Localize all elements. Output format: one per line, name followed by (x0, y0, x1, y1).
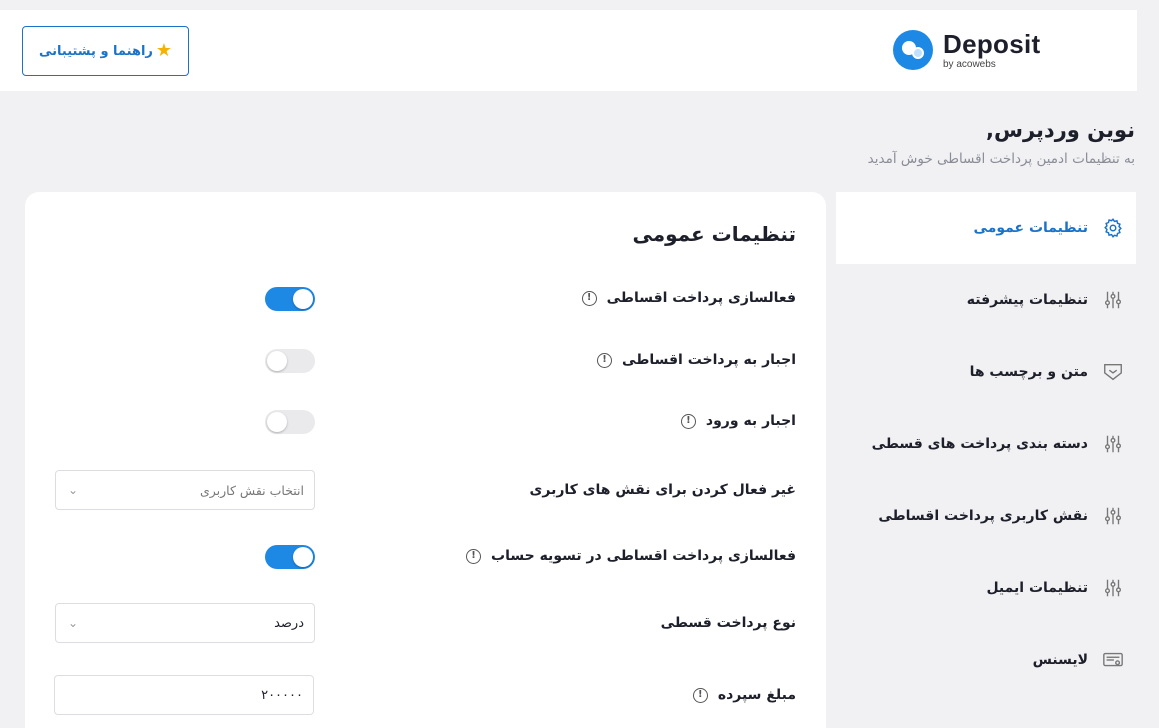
sidebar-item-email[interactable]: تنظیمات ایمیل (836, 552, 1136, 624)
greeting-title: نوین وردپرس, (986, 118, 1135, 142)
user-role-select[interactable]: ⌄ انتخاب نقش کاربری (55, 470, 315, 510)
chevron-down-icon: ⌄ (68, 616, 79, 630)
installment-type-value: درصد (274, 615, 304, 631)
info-icon[interactable]: ! (597, 352, 613, 368)
setting-label: مبلغ سپرده (717, 687, 796, 703)
info-icon[interactable]: ! (581, 290, 597, 306)
setting-label: اجبار به پرداخت اقساطی (622, 352, 796, 368)
sidebar-item-categories[interactable]: دسته بندی پرداخت های قسطی (836, 408, 1136, 480)
deposit-amount-input[interactable]: ۲۰۰۰۰۰ (54, 675, 314, 715)
setting-label: نوع پرداخت قسطی (660, 615, 796, 631)
settings-panel: تنظیمات عمومی فعالسازی پرداخت اقساطی ! ا… (25, 192, 826, 728)
sidebar-item-user-roles[interactable]: نقش کاربری پرداخت اقساطی (836, 480, 1136, 552)
sidebar-item-label: لایسنس (1032, 652, 1088, 668)
setting-row-checkout-installments: فعالسازی پرداخت اقساطی در تسویه حساب ! (25, 536, 826, 576)
setting-row-installment-type: نوع پرداخت قسطی ⌄ درصد (25, 603, 826, 643)
sidebar-item-label: متن و برچسب ها (969, 364, 1088, 380)
logo: Deposit by acowebs (893, 28, 1040, 72)
sidebar-item-license[interactable]: لایسنس (836, 624, 1136, 696)
setting-label: غیر فعال کردن برای نقش های کاربری (529, 482, 796, 498)
checkout-installments-toggle[interactable] (265, 545, 315, 569)
logo-subtitle: by acowebs (943, 58, 996, 70)
setting-label: فعالسازی پرداخت اقساطی (606, 290, 796, 306)
info-icon[interactable]: ! (692, 687, 708, 703)
setting-label: فعالسازی پرداخت اقساطی در تسویه حساب (491, 548, 796, 564)
enable-installments-toggle[interactable] (265, 287, 315, 311)
sliders-icon (1100, 287, 1126, 313)
settings-sidebar: تنظیمات عمومی تنظیمات پیشرفته متن و برچس… (836, 192, 1136, 696)
installment-type-select[interactable]: ⌄ درصد (55, 603, 315, 643)
chevron-down-icon: ⌄ (68, 483, 79, 497)
sidebar-item-texts-labels[interactable]: متن و برچسب ها (836, 336, 1136, 408)
info-icon[interactable]: ! (466, 548, 482, 564)
panel-title: تنظیمات عمومی (632, 222, 796, 246)
sidebar-item-general[interactable]: تنظیمات عمومی (836, 192, 1136, 264)
star-icon: ★ (155, 40, 173, 61)
logo-name: Deposit (943, 28, 1041, 59)
sidebar-item-label: تنظیمات عمومی (973, 220, 1088, 236)
sliders-icon (1100, 431, 1126, 457)
greeting: نوین وردپرس, به تنظیمات ادمین پرداخت اقس… (868, 118, 1135, 167)
sidebar-item-label: تنظیمات پیشرفته (966, 292, 1088, 308)
support-button[interactable]: ★ راهنما و پشتیبانی (22, 26, 189, 76)
gear-icon (1100, 215, 1126, 241)
license-icon (1100, 647, 1126, 673)
setting-row-disable-for-roles: غیر فعال کردن برای نقش های کاربری ⌄ انتخ… (25, 470, 826, 510)
sliders-icon (1100, 575, 1126, 601)
force-installments-toggle[interactable] (265, 349, 315, 373)
tag-icon (1100, 359, 1126, 385)
info-icon[interactable]: ! (680, 413, 696, 429)
setting-row-enable-installments: فعالسازی پرداخت اقساطی ! (25, 278, 826, 318)
sliders-icon (1100, 503, 1126, 529)
setting-row-force-login: اجبار به ورود ! (25, 401, 826, 441)
sidebar-item-label: تنظیمات ایمیل (986, 580, 1088, 596)
force-login-toggle[interactable] (265, 410, 315, 434)
sidebar-item-label: نقش کاربری پرداخت اقساطی (878, 508, 1088, 524)
support-button-label: راهنما و پشتیبانی (38, 43, 153, 59)
greeting-subtitle: به تنظیمات ادمین پرداخت اقساطی خوش آمدید (867, 151, 1135, 167)
top-bar: ★ راهنما و پشتیبانی Deposit by acowebs (0, 10, 1137, 91)
sidebar-item-advanced[interactable]: تنظیمات پیشرفته (836, 264, 1136, 336)
setting-label: اجبار به ورود (705, 413, 796, 429)
setting-row-deposit-amount: مبلغ سپرده ! ۲۰۰۰۰۰ (25, 675, 826, 715)
sidebar-item-label: دسته بندی پرداخت های قسطی (871, 436, 1088, 452)
setting-row-force-installments: اجبار به پرداخت اقساطی ! (25, 340, 826, 380)
user-role-select-placeholder: انتخاب نقش کاربری (199, 482, 304, 498)
deposit-logo-icon (893, 30, 933, 70)
